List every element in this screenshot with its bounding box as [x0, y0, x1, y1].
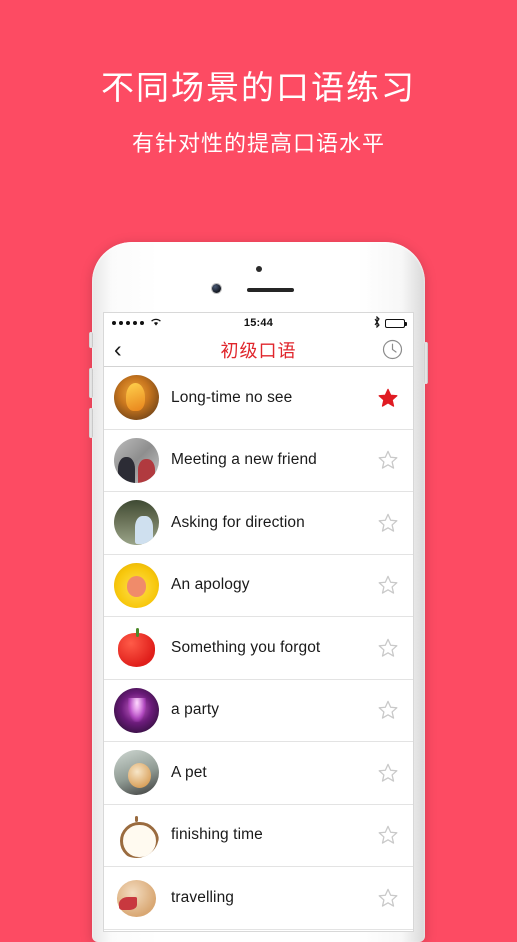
list-item-label: finishing time — [171, 826, 263, 844]
proximity-sensor-icon — [255, 266, 262, 272]
list-item-label: Long-time no see — [171, 388, 293, 406]
list-item-label: a party — [171, 701, 220, 719]
list-item[interactable]: finishing time — [104, 804, 413, 867]
mute-switch-button[interactable] — [89, 332, 93, 348]
status-bar-time: 15:44 — [243, 317, 274, 329]
avatar — [114, 437, 159, 483]
list-item[interactable]: Asking for direction — [104, 492, 413, 555]
avatar — [114, 500, 159, 546]
list-item-label: A pet — [171, 763, 207, 781]
list-item[interactable]: A pet — [104, 742, 413, 805]
avatar — [114, 562, 159, 608]
list-item[interactable]: a party — [104, 679, 413, 742]
list-item[interactable]: Something you forgot — [104, 617, 413, 680]
list-item-label: Asking for direction — [171, 513, 305, 531]
list-item-label: An apology — [171, 576, 250, 594]
list-item[interactable]: Long-time no see — [104, 367, 413, 430]
avatar — [114, 812, 159, 858]
list-item-label: travelling — [171, 888, 235, 906]
front-camera-icon — [212, 284, 221, 293]
promo-title: 不同场景的口语练习 — [101, 69, 416, 106]
avatar — [114, 375, 159, 421]
phone-mockup: 15:44 ‹ 初级口语 Long-time no see Meeting a … — [89, 242, 428, 942]
star-outline-icon[interactable] — [377, 574, 399, 596]
star-outline-icon[interactable] — [377, 449, 399, 471]
star-filled-icon[interactable] — [377, 387, 399, 409]
earpiece-speaker-icon — [247, 288, 294, 292]
volume-up-button[interactable] — [89, 368, 93, 398]
list-item-label: Meeting a new friend — [171, 451, 317, 469]
page-title: 初级口语 — [220, 340, 297, 361]
avatar — [114, 750, 159, 796]
star-outline-icon[interactable] — [377, 824, 399, 846]
battery-icon — [385, 318, 407, 328]
avatar — [114, 625, 159, 671]
list-item-label: Something you forgot — [171, 638, 321, 656]
power-button[interactable] — [424, 342, 428, 384]
avatar — [114, 687, 159, 733]
star-outline-icon[interactable] — [377, 637, 399, 659]
list-item[interactable]: Meeting a new friend — [104, 429, 413, 492]
star-outline-icon[interactable] — [377, 887, 399, 909]
promo-header: 不同场景的口语练习 有针对性的提高口语水平 — [0, 0, 517, 158]
volume-down-button[interactable] — [89, 408, 93, 438]
avatar — [114, 875, 159, 921]
star-outline-icon[interactable] — [377, 512, 399, 534]
promo-subtitle: 有针对性的提高口语水平 — [131, 130, 385, 156]
status-bar: 15:44 — [104, 313, 413, 333]
phone-screen: 15:44 ‹ 初级口语 Long-time no see Meeting a … — [103, 312, 414, 932]
lesson-list: Long-time no see Meeting a new friend Aski… — [104, 367, 413, 930]
list-item[interactable]: An apology — [104, 554, 413, 617]
list-item[interactable]: travelling — [104, 867, 413, 930]
star-outline-icon[interactable] — [377, 762, 399, 784]
navigation-bar: ‹ 初级口语 — [104, 333, 413, 367]
star-outline-icon[interactable] — [377, 699, 399, 721]
